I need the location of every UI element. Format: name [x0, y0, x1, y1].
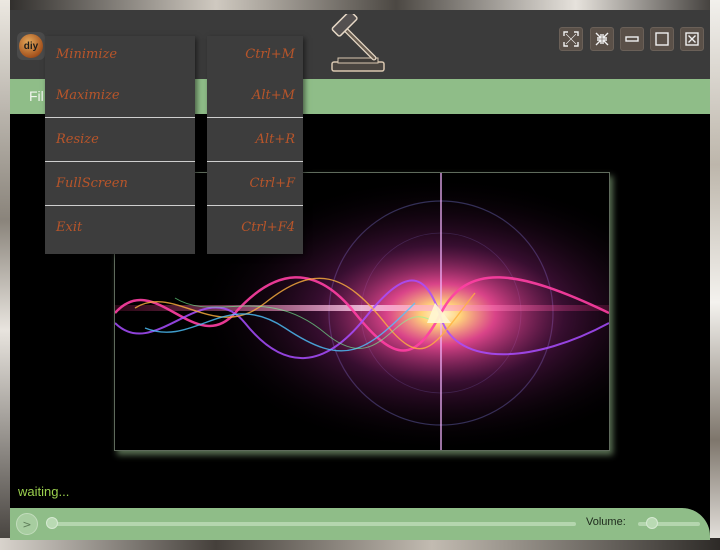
menu-separator [207, 161, 303, 162]
menu-separator [45, 117, 195, 118]
menu-separator [207, 205, 303, 206]
menu-item-resize[interactable]: Resize [45, 121, 195, 161]
volume-label: Volume: [586, 516, 626, 528]
shortcut-minimize: Ctrl+M [245, 47, 295, 62]
maximize-icon [655, 32, 669, 46]
diy-logo: diy [19, 34, 43, 58]
hammer-icon [331, 14, 385, 72]
volume-slider-thumb[interactable] [646, 517, 658, 529]
shortcut-maximize: Alt+M [252, 88, 295, 103]
menu-item-maximize[interactable]: Maximize [45, 77, 195, 117]
minimize-icon [625, 36, 639, 42]
window-menu-shortcuts: Ctrl+M Alt+M Alt+R Ctrl+F Ctrl+F4 [207, 36, 303, 254]
close-box-icon [685, 32, 699, 46]
shortcut-exit: Ctrl+F4 [241, 220, 295, 235]
menu-separator [45, 205, 195, 206]
menu-file[interactable]: Fil [29, 88, 44, 104]
shortcut-fullscreen: Ctrl+F [249, 176, 295, 191]
app-icon[interactable]: diy [17, 32, 45, 60]
window-menu-dropdown: Minimize Maximize Resize FullScreen Exit [45, 36, 195, 254]
play-button[interactable]: > [16, 513, 38, 535]
close-button[interactable] [680, 27, 704, 51]
status-text: waiting... [18, 484, 70, 499]
menu-separator [45, 161, 195, 162]
shortcut-resize: Alt+R [255, 132, 295, 147]
seek-slider-thumb[interactable] [46, 517, 58, 529]
expand-corners-icon [563, 31, 579, 47]
menu-item-fullscreen[interactable]: FullScreen [45, 165, 195, 205]
maximize-button[interactable] [650, 27, 674, 51]
fit-screen-button[interactable] [559, 27, 583, 51]
minimize-button[interactable] [620, 27, 644, 51]
seek-slider-track[interactable] [48, 522, 576, 526]
control-bar: > Volume: [10, 508, 710, 540]
menu-separator [207, 117, 303, 118]
shrink-button[interactable] [590, 27, 614, 51]
shrink-arrows-icon [595, 32, 609, 46]
menu-item-minimize[interactable]: Minimize [45, 36, 195, 76]
menu-item-exit[interactable]: Exit [45, 209, 195, 249]
